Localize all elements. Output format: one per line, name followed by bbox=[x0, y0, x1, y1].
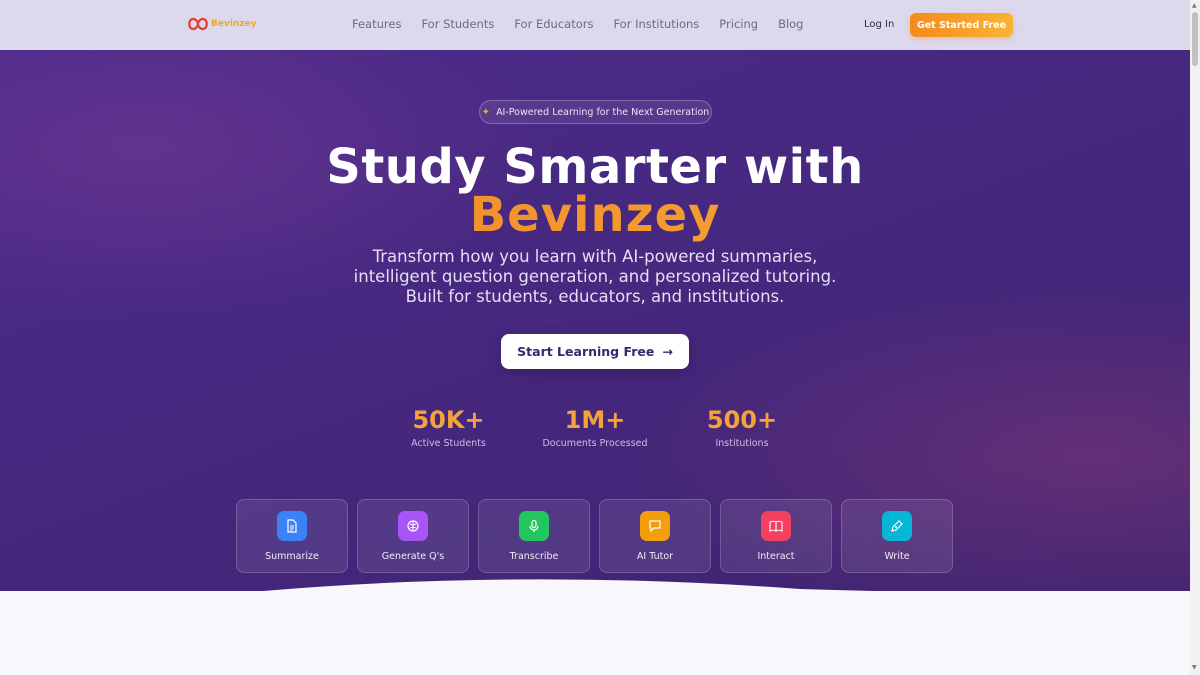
stat-label: Institutions bbox=[715, 438, 769, 449]
hero-badge: ✦ AI-Powered Learning for the Next Gener… bbox=[479, 100, 712, 124]
feature-label: AI Tutor bbox=[636, 551, 674, 562]
logo[interactable]: Bevinzey bbox=[187, 17, 257, 31]
stat-institutions: 500+ Institutions bbox=[697, 406, 787, 449]
stat-documents: 1M+ Documents Processed bbox=[535, 406, 655, 449]
get-started-button[interactable]: Get Started Free bbox=[910, 13, 1013, 37]
feature-label: Transcribe bbox=[509, 551, 559, 562]
feature-card-summarize[interactable]: Summarize bbox=[236, 499, 348, 573]
feature-label: Summarize bbox=[265, 551, 319, 562]
pen-icon bbox=[882, 511, 912, 541]
stat-label: Active Students bbox=[411, 438, 486, 449]
page-scrollbar[interactable]: ▲ ▼ bbox=[1190, 0, 1200, 675]
main-nav: Features For Students For Educators For … bbox=[352, 17, 823, 31]
scroll-down-icon[interactable]: ▼ bbox=[1192, 664, 1197, 671]
feature-label: Interact bbox=[757, 551, 795, 562]
stat-value: 50K+ bbox=[412, 406, 485, 434]
nav-features[interactable]: Features bbox=[352, 17, 401, 31]
stat-value: 1M+ bbox=[564, 406, 626, 434]
feature-card-transcribe[interactable]: Transcribe bbox=[478, 499, 590, 573]
nav-for-students[interactable]: For Students bbox=[421, 17, 494, 31]
brain-icon bbox=[398, 511, 428, 541]
login-link[interactable]: Log In bbox=[864, 19, 894, 30]
stat-label: Documents Processed bbox=[542, 438, 648, 449]
infinity-logo-icon bbox=[188, 17, 208, 31]
nav-for-institutions[interactable]: For Institutions bbox=[613, 17, 699, 31]
document-icon bbox=[277, 511, 307, 541]
hero-title-line2: Bevinzey bbox=[0, 187, 1190, 243]
book-icon bbox=[761, 511, 791, 541]
feature-card-generate[interactable]: Generate Q's bbox=[357, 499, 469, 573]
hero-section: ✦ AI-Powered Learning for the Next Gener… bbox=[0, 50, 1190, 591]
hero-badge-text: AI-Powered Learning for the Next Generat… bbox=[496, 106, 710, 118]
start-learning-button[interactable]: Start Learning Free → bbox=[501, 334, 689, 369]
arrow-right-icon: → bbox=[662, 344, 673, 359]
logo-text: Bevinzey bbox=[211, 19, 257, 29]
site-header: Bevinzey Features For Students For Educa… bbox=[0, 0, 1190, 50]
sparkles-icon: ✦ bbox=[481, 106, 491, 118]
stat-value: 500+ bbox=[706, 406, 778, 434]
scroll-up-icon[interactable]: ▲ bbox=[1192, 2, 1197, 9]
feature-card-write[interactable]: Write bbox=[841, 499, 953, 573]
nav-for-educators[interactable]: For Educators bbox=[514, 17, 593, 31]
feature-label: Generate Q's bbox=[381, 551, 445, 562]
nav-blog[interactable]: Blog bbox=[778, 17, 803, 31]
hero-subtitle: Transform how you learn with AI-powered … bbox=[353, 247, 837, 306]
hero-wave-divider bbox=[263, 579, 874, 591]
start-learning-label: Start Learning Free bbox=[517, 344, 655, 359]
feature-card-interact[interactable]: Interact bbox=[720, 499, 832, 573]
feature-label: Write bbox=[884, 551, 910, 562]
microphone-icon bbox=[519, 511, 549, 541]
chat-icon bbox=[640, 511, 670, 541]
feature-cards: Summarize Generate Q's Transcribe AI Tut… bbox=[236, 499, 953, 573]
feature-card-ai-tutor[interactable]: AI Tutor bbox=[599, 499, 711, 573]
nav-pricing[interactable]: Pricing bbox=[719, 17, 758, 31]
scrollbar-thumb[interactable] bbox=[1192, 12, 1198, 66]
stat-students: 50K+ Active Students bbox=[400, 406, 497, 449]
